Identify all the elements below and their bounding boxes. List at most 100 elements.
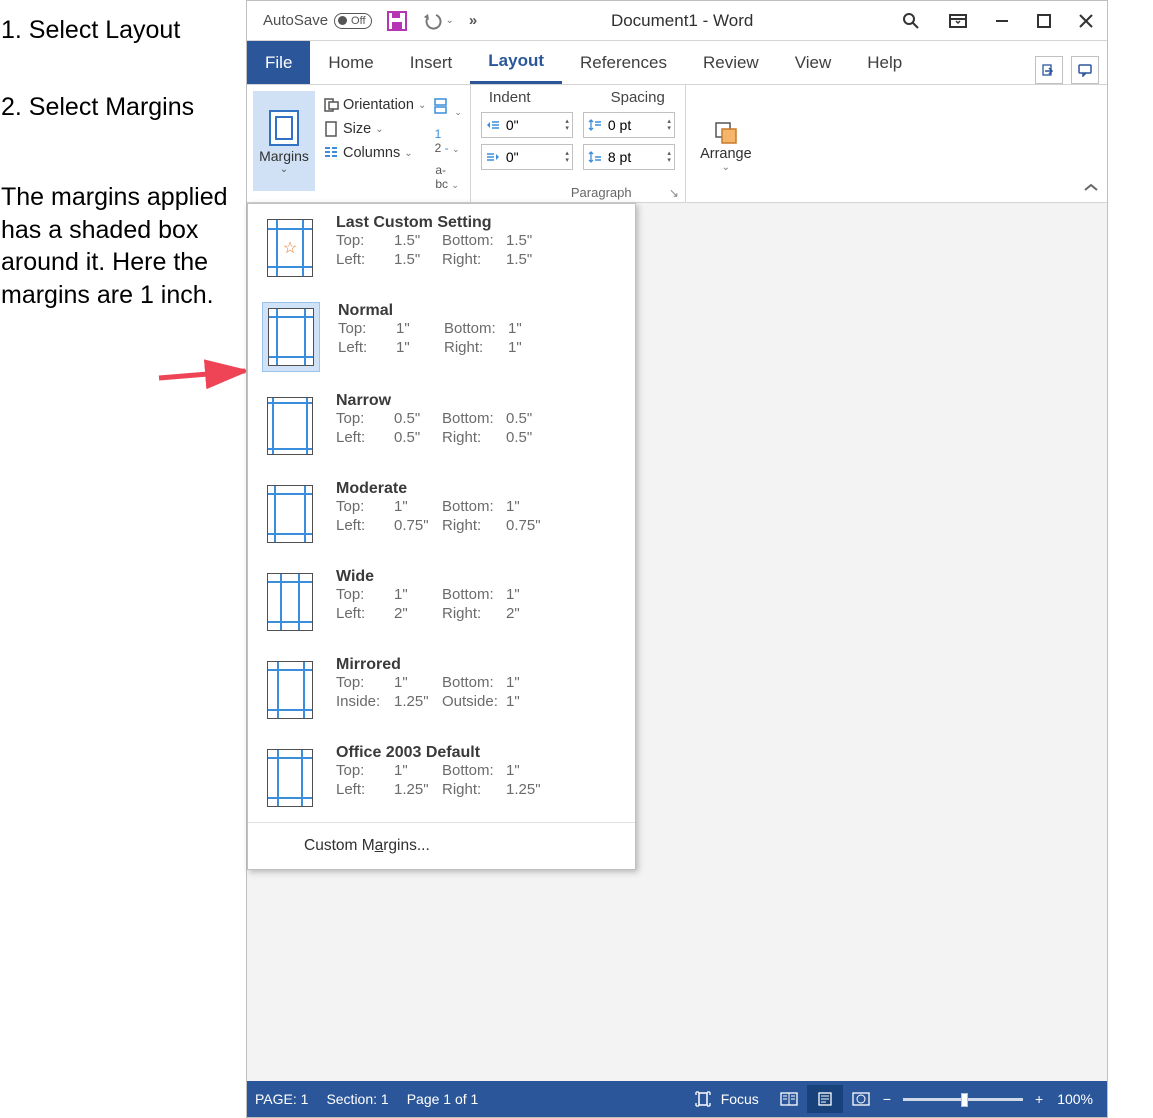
margin-thumb-icon: [267, 397, 313, 455]
close-button[interactable]: [1065, 1, 1107, 41]
margin-option-last-custom-setting[interactable]: ☆ Last Custom Setting Top:1.5"Bottom:1.5…: [248, 204, 635, 292]
spacing-after-input[interactable]: ▴▾: [583, 144, 675, 170]
size-button[interactable]: Size ⌄: [323, 121, 426, 137]
line-numbers-button[interactable]: 12 - ⌄: [435, 127, 460, 155]
autosave-label: AutoSave: [263, 12, 328, 29]
margin-option-values: Top:0.5"Bottom:0.5" Left:0.5"Right:0.5": [336, 410, 623, 446]
spacing-after-icon: [584, 151, 606, 163]
columns-label: Columns: [343, 145, 400, 161]
columns-button[interactable]: Columns ⌄: [323, 145, 426, 161]
step2-text: 2. Select Margins: [1, 91, 238, 124]
step1-text: 1. Select Layout: [1, 14, 238, 47]
hyphenation-button[interactable]: a-bc ⌄: [435, 163, 459, 191]
indent-left-icon: [482, 119, 504, 131]
margin-option-title: Normal: [338, 302, 623, 320]
tab-references[interactable]: References: [562, 41, 685, 84]
ribbon-tabs: File Home Insert Layout References Revie…: [247, 41, 1107, 85]
arrange-icon: [713, 120, 739, 146]
margin-option-title: Wide: [336, 568, 623, 586]
zoom-in-button[interactable]: +: [1035, 1091, 1043, 1107]
undo-dropdown-icon[interactable]: ⌄: [446, 15, 454, 26]
undo-icon[interactable]: [422, 11, 444, 31]
document-area: ☆ Last Custom Setting Top:1.5"Bottom:1.5…: [247, 203, 1107, 1081]
indent-right-icon: [482, 151, 504, 163]
comments-button[interactable]: [1071, 56, 1099, 84]
tab-home[interactable]: Home: [310, 41, 391, 84]
margin-option-title: Last Custom Setting: [336, 214, 623, 232]
indent-right-input[interactable]: ▴▾: [481, 144, 573, 170]
autosave-dot-icon: [338, 16, 347, 25]
margin-option-title: Narrow: [336, 392, 623, 410]
margin-option-mirrored[interactable]: Mirrored Top:1"Bottom:1" Inside:1.25"Out…: [248, 646, 635, 734]
margins-button-label: Margins: [259, 148, 309, 164]
document-title: Document1 - Word: [477, 11, 887, 31]
print-layout-button[interactable]: [807, 1085, 843, 1113]
margin-option-title: Moderate: [336, 480, 623, 498]
callout-arrow-icon: [157, 356, 257, 390]
save-icon[interactable]: [387, 11, 407, 31]
margin-option-values: Top:1"Bottom:1" Left:1.25"Right:1.25": [336, 762, 623, 798]
breaks-button[interactable]: ⌄: [432, 97, 462, 119]
zoom-out-button[interactable]: −: [883, 1091, 891, 1107]
paragraph-launcher-icon[interactable]: ↘: [669, 186, 679, 200]
maximize-button[interactable]: [1023, 1, 1065, 41]
collapse-ribbon-icon[interactable]: [1083, 181, 1099, 198]
margin-option-office-2003-default[interactable]: Office 2003 Default Top:1"Bottom:1" Left…: [248, 734, 635, 822]
tab-help[interactable]: Help: [849, 41, 920, 84]
tab-insert[interactable]: Insert: [392, 41, 471, 84]
ribbon-layout: Margins ⌄ Orientation ⌄ Size ⌄ Columns ⌄…: [247, 85, 1107, 203]
paragraph-group-label: Paragraph: [571, 185, 632, 200]
tab-file[interactable]: File: [247, 41, 310, 84]
spacing-before-input[interactable]: ▴▾: [583, 112, 675, 138]
autosave-toggle[interactable]: Off: [334, 13, 371, 29]
status-section[interactable]: Section: 1: [326, 1091, 388, 1107]
spacing-before-icon: [584, 119, 606, 131]
margin-option-title: Mirrored: [336, 656, 623, 674]
margin-option-values: Top:1"Bottom:1" Left:2"Right:2": [336, 586, 623, 622]
size-label: Size: [343, 121, 371, 137]
share-button[interactable]: [1035, 56, 1063, 84]
indent-group-label: Indent: [489, 89, 531, 106]
tab-view[interactable]: View: [777, 41, 850, 84]
ribbon-display-icon[interactable]: [949, 12, 967, 30]
margin-option-values: Top:1"Bottom:1" Inside:1.25"Outside:1": [336, 674, 623, 710]
margin-thumb-icon: [267, 661, 313, 719]
zoom-value[interactable]: 100%: [1057, 1091, 1093, 1107]
instruction-panel: 1. Select Layout 2. Select Margins The m…: [0, 0, 246, 1118]
margins-dropdown: ☆ Last Custom Setting Top:1.5"Bottom:1.5…: [247, 203, 636, 870]
search-icon[interactable]: [902, 12, 920, 30]
margin-option-title: Office 2003 Default: [336, 744, 623, 762]
autosave-state: Off: [351, 15, 365, 27]
margin-option-normal[interactable]: Normal Top:1"Bottom:1" Left:1"Right:1": [248, 292, 635, 382]
chevron-down-icon: ⌄: [280, 164, 288, 175]
margin-option-values: Top:1"Bottom:1" Left:0.75"Right:0.75": [336, 498, 623, 534]
zoom-slider[interactable]: [903, 1098, 1023, 1101]
titlebar: AutoSave Off ⌄ » Document1 - Word: [247, 1, 1107, 41]
indent-left-input[interactable]: ▴▾: [481, 112, 573, 138]
margin-option-wide[interactable]: Wide Top:1"Bottom:1" Left:2"Right:2": [248, 558, 635, 646]
focus-mode-button[interactable]: [685, 1085, 721, 1113]
tab-layout[interactable]: Layout: [470, 41, 562, 84]
web-layout-button[interactable]: [843, 1085, 879, 1113]
margin-option-narrow[interactable]: Narrow Top:0.5"Bottom:0.5" Left:0.5"Righ…: [248, 382, 635, 470]
orientation-button[interactable]: Orientation ⌄: [323, 97, 426, 113]
arrange-label: Arrange: [700, 146, 752, 162]
margin-option-values: Top:1"Bottom:1" Left:1"Right:1": [338, 320, 623, 356]
tab-review[interactable]: Review: [685, 41, 777, 84]
orientation-label: Orientation: [343, 97, 414, 113]
minimize-button[interactable]: [981, 1, 1023, 41]
arrange-group[interactable]: Arrange ⌄: [686, 85, 766, 202]
explanation-text: The margins applied has a shaded box aro…: [1, 181, 238, 311]
read-mode-button[interactable]: [771, 1085, 807, 1113]
custom-margins-button[interactable]: Custom Margins...: [248, 823, 635, 869]
margins-button[interactable]: Margins ⌄: [253, 91, 315, 191]
margin-thumb-icon: [268, 308, 314, 366]
word-application-window: AutoSave Off ⌄ » Document1 - Word File H…: [246, 0, 1108, 1118]
status-page[interactable]: PAGE: 1: [255, 1091, 308, 1107]
status-page-of[interactable]: Page 1 of 1: [407, 1091, 479, 1107]
margin-option-moderate[interactable]: Moderate Top:1"Bottom:1" Left:0.75"Right…: [248, 470, 635, 558]
more-qat-icon[interactable]: »: [469, 12, 477, 29]
spacing-group-label: Spacing: [611, 89, 665, 106]
margin-thumb-icon: [267, 749, 313, 807]
focus-label[interactable]: Focus: [721, 1091, 759, 1107]
